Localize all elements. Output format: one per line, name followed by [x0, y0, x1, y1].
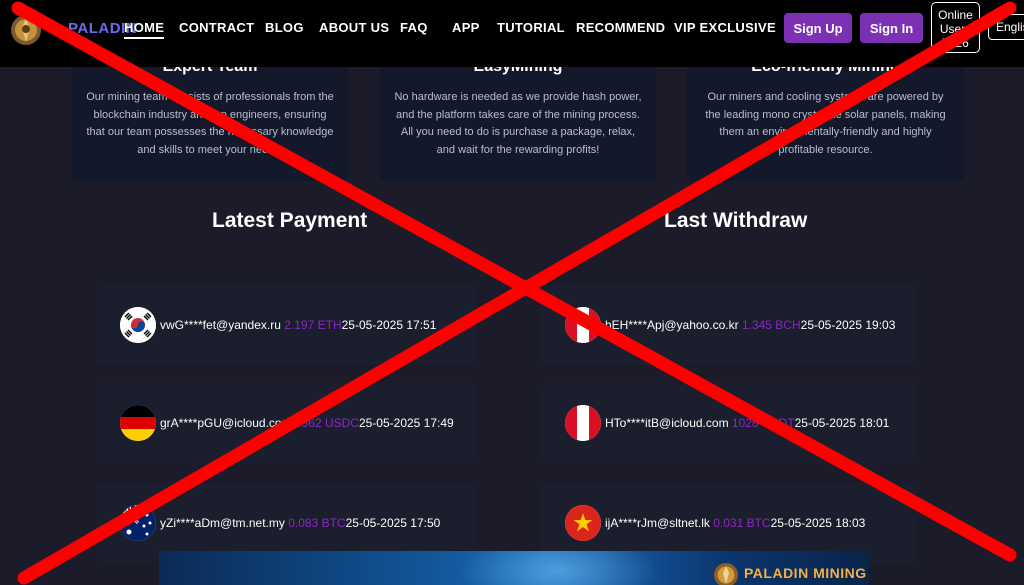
withdraw-time: 25-05-2025 19:03: [800, 318, 896, 332]
payment-row: vwG****fet@yandex.ru 2.197 ETH25-05-2025…: [96, 285, 476, 365]
paladin-logo-icon[interactable]: [8, 12, 44, 48]
payment-email: grA****pGU@icloud.com: [160, 416, 292, 430]
withdraw-row-text: hEH****Apj@yahoo.co.kr 1.345 BCH25-05-20…: [605, 318, 895, 332]
payment-row-text: vwG****fet@yandex.ru 2.197 ETH25-05-2025…: [160, 318, 436, 332]
nav-contract-link[interactable]: CONTRACT: [179, 20, 254, 35]
sign-up-button[interactable]: Sign Up: [784, 13, 852, 43]
withdraw-email: ijA****rJm@sltnet.lk: [605, 516, 710, 530]
online-users-label: Online Users: [938, 8, 973, 36]
payment-time: 25-05-2025 17:49: [358, 416, 454, 430]
nav-home-link[interactable]: HOME: [124, 20, 165, 39]
payment-row-text: yZi****aDm@tm.net.my 0.083 BTC25-05-2025…: [160, 516, 440, 530]
top-navbar: PALADIN HOME CONTRACT BLOG ABOUT US FAQ …: [0, 0, 1024, 67]
germany-flag-icon: [120, 405, 156, 441]
promo-banner[interactable]: PALADIN MINING: [159, 551, 869, 585]
payment-email: yZi****aDm@tm.net.my: [160, 516, 285, 530]
nav-about-us-link[interactable]: ABOUT US: [319, 20, 389, 35]
peru-flag-icon: [565, 307, 601, 343]
withdraw-amount: 0.031 BTC: [713, 516, 771, 530]
nav-app-link[interactable]: APP: [452, 20, 480, 35]
nav-tutorial-link[interactable]: TUTORIAL: [497, 20, 565, 35]
withdraw-amount: 1028 USDT: [731, 416, 795, 430]
payment-amount: 8362 USDC: [294, 416, 359, 430]
nav-faq-link[interactable]: FAQ: [400, 20, 428, 35]
withdraw-row: HTo****itB@icloud.com 1028 USDT25-05-202…: [541, 383, 917, 463]
payment-row: grA****pGU@icloud.com 8362 USDC25-05-202…: [96, 383, 476, 463]
language-select[interactable]: English: [988, 14, 1024, 40]
withdraw-row-text: HTo****itB@icloud.com 1028 USDT25-05-202…: [605, 416, 889, 430]
banner-light-glow: [459, 551, 659, 585]
sign-in-button[interactable]: Sign In: [860, 13, 923, 43]
payment-amount: 0.083 BTC: [288, 516, 346, 530]
withdraw-row: hEH****Apj@yahoo.co.kr 1.345 BCH25-05-20…: [541, 285, 917, 365]
online-users-badge: Online Users 7926: [931, 2, 980, 53]
nav-recommend-link[interactable]: RECOMMEND: [576, 20, 665, 35]
withdraw-row-text: ijA****rJm@sltnet.lk 0.031 BTC25-05-2025…: [605, 516, 865, 530]
south-korea-flag-icon: [120, 307, 156, 343]
nav-vip-exclusive-link[interactable]: VIP EXCLUSIVE: [674, 20, 776, 35]
payment-amount: 2.197 ETH: [284, 318, 342, 332]
feature-card-text: Our miners and cooling systems are power…: [705, 91, 946, 156]
payment-time: 25-05-2025 17:51: [341, 318, 437, 332]
paladin-banner-logo-icon: [714, 563, 738, 585]
australia-flag-icon: [120, 505, 156, 541]
payment-row-text: grA****pGU@icloud.com 8362 USDC25-05-202…: [160, 416, 454, 430]
withdraw-email: HTo****itB@icloud.com: [605, 416, 729, 430]
payment-time: 25-05-2025 17:50: [345, 516, 441, 530]
last-withdraw-heading: Last Withdraw: [664, 209, 808, 232]
withdraw-time: 25-05-2025 18:03: [770, 516, 866, 530]
feature-card-text: No hardware is needed as we provide hash…: [394, 91, 642, 156]
online-users-count: 7926: [942, 36, 969, 50]
withdraw-amount: 1.345 BCH: [741, 318, 801, 332]
payment-email: vwG****fet@yandex.ru: [160, 318, 281, 332]
feature-card-text: Our mining team consists of professional…: [86, 91, 334, 156]
withdraw-time: 25-05-2025 18:01: [794, 416, 890, 430]
peru-flag-icon: [565, 405, 601, 441]
withdraw-email: hEH****Apj@yahoo.co.kr: [605, 318, 739, 332]
vietnam-flag-icon: [565, 505, 601, 541]
banner-title: PALADIN MINING: [744, 565, 867, 581]
nav-blog-link[interactable]: BLOG: [265, 20, 304, 35]
latest-payment-heading: Latest Payment: [212, 209, 368, 232]
